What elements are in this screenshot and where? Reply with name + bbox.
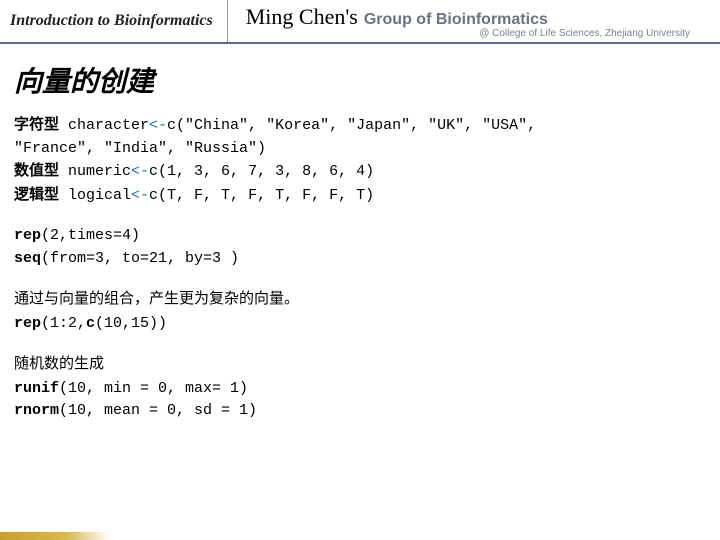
code-text: (from=3, to=21, by=3 ): [41, 250, 239, 267]
brand-block: Ming Chen's Group of Bioinformatics @ Co…: [228, 0, 720, 42]
course-title: Introduction to Bioinformatics: [0, 0, 228, 42]
code-text: (10, min = 0, max= 1): [59, 380, 248, 397]
random-desc: 随机数的生成: [14, 353, 706, 376]
code-text: (10,15)): [95, 315, 167, 332]
code-text: c(1, 3, 6, 7, 3, 8, 6, 4): [149, 163, 374, 180]
brand-group: Group of Bioinformatics: [364, 11, 548, 29]
code-text: (10, mean = 0, sd = 1): [59, 402, 257, 419]
footer-accent-bar: [0, 532, 110, 540]
combine-example: 通过与向量的组合，产生更为复杂的向量。 rep(1:2,c(10,15)): [14, 288, 706, 335]
logical-type-label: 逻辑型: [14, 187, 59, 203]
code-text: character: [59, 117, 149, 134]
slide-content: 向量的创建 字符型 character<-c("China", "Korea",…: [0, 44, 720, 455]
code-text: numeric: [59, 163, 131, 180]
rep-fn: rep: [14, 315, 41, 332]
code-text: logical: [59, 187, 131, 204]
assign-op: <-: [131, 163, 149, 180]
code-text: c(T, F, T, F, T, F, F, T): [149, 187, 374, 204]
slide-header: Introduction to Bioinformatics Ming Chen…: [0, 0, 720, 44]
code-text: c("China", "Korea", "Japan", "UK", "USA"…: [167, 117, 536, 134]
page-title: 向量的创建: [14, 60, 706, 100]
rep-fn: rep: [14, 227, 41, 244]
rep-seq-examples: rep(2,times=4) seq(from=3, to=21, by=3 ): [14, 225, 706, 270]
brand-name: Ming Chen's: [246, 4, 358, 30]
char-type-label: 字符型: [14, 117, 59, 133]
assign-op: <-: [149, 117, 167, 134]
code-text: (2,times=4): [41, 227, 140, 244]
combine-desc: 通过与向量的组合，产生更为复杂的向量。: [14, 288, 706, 311]
numeric-type-label: 数值型: [14, 163, 59, 179]
runif-fn: runif: [14, 380, 59, 397]
brand-subtitle: @ College of Life Sciences, Zhejiang Uni…: [246, 28, 720, 39]
assign-op: <-: [131, 187, 149, 204]
code-text: (1:2,: [41, 315, 86, 332]
c-fn: c: [86, 315, 95, 332]
code-text: "France", "India", "Russia"): [14, 140, 266, 157]
random-example: 随机数的生成 runif(10, min = 0, max= 1) rnorm(…: [14, 353, 706, 423]
rnorm-fn: rnorm: [14, 402, 59, 419]
seq-fn: seq: [14, 250, 41, 267]
vector-type-examples: 字符型 character<-c("China", "Korea", "Japa…: [14, 114, 706, 207]
